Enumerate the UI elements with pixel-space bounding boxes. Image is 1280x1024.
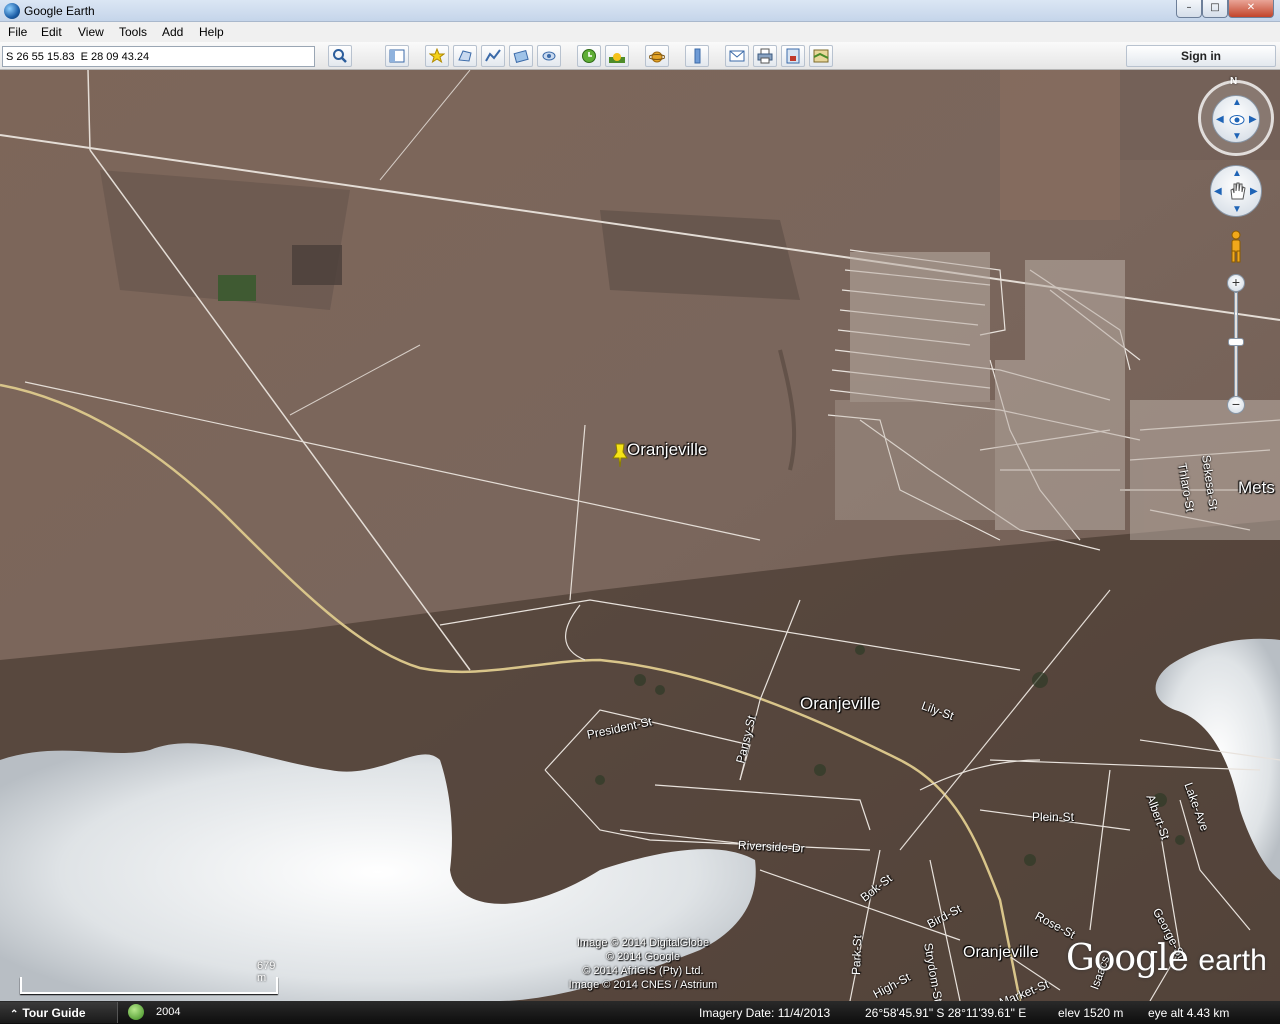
- google-earth-window: Google Earth – □ ✕ File Edit View Tools …: [0, 0, 1280, 1024]
- move-left-arrow-icon[interactable]: ◀: [1214, 187, 1222, 197]
- credit-line: Image © 2014 CNES / Astrium: [568, 979, 718, 991]
- eye-icon: [1229, 113, 1245, 131]
- logo-google: Google: [1066, 938, 1189, 979]
- email-button[interactable]: [725, 45, 749, 67]
- zoom-out-button[interactable]: −: [1227, 396, 1245, 414]
- look-down-arrow-icon[interactable]: ▼: [1232, 132, 1242, 142]
- credit-line: © 2014 Google: [605, 951, 681, 963]
- satellite-imagery: [0, 70, 1280, 1001]
- town-label-mets: Mets: [1238, 478, 1275, 497]
- add-path-button[interactable]: [481, 45, 505, 67]
- menu-add[interactable]: Add: [162, 25, 183, 39]
- look-right-arrow-icon[interactable]: ▶: [1249, 115, 1257, 125]
- minimize-button[interactable]: –: [1176, 0, 1202, 18]
- menu-bar: File Edit View Tools Add Help: [0, 22, 1280, 42]
- menu-help[interactable]: Help: [199, 25, 224, 39]
- scale-label: 679 m: [257, 960, 276, 984]
- add-image-overlay-button[interactable]: [509, 45, 533, 67]
- maximize-button[interactable]: □: [1202, 0, 1228, 18]
- search-button[interactable]: [328, 45, 352, 67]
- hand-icon: [1228, 181, 1246, 206]
- look-up-arrow-icon[interactable]: ▲: [1232, 98, 1242, 108]
- town-label-oranjeville-south: Oranjeville: [963, 944, 1039, 961]
- google-earth-logo: Google earth: [1066, 938, 1267, 979]
- menu-view[interactable]: View: [78, 25, 104, 39]
- toolbar: Sign in: [0, 42, 1280, 70]
- status-bar: ⌃ Tour Guide 2004 Imagery Date: 11/4/2013…: [0, 1001, 1280, 1024]
- imagery-date: Imagery Date: 11/4/2013: [699, 1006, 831, 1020]
- sunlight-button[interactable]: [605, 45, 629, 67]
- look-left-arrow-icon[interactable]: ◀: [1216, 115, 1224, 125]
- elevation: elev 1520 m: [1058, 1006, 1124, 1020]
- scale-bar: [20, 977, 278, 994]
- historical-imagery-year: 2004: [156, 1006, 181, 1018]
- title-bar: Google Earth – □ ✕: [0, 0, 1280, 22]
- placemark-label[interactable]: Oranjeville: [627, 440, 707, 460]
- look-joystick[interactable]: ▲ ▼ ◀ ▶: [1212, 95, 1260, 143]
- close-button[interactable]: ✕: [1228, 0, 1274, 18]
- record-tour-button[interactable]: [537, 45, 561, 67]
- zoom-slider-thumb[interactable]: [1228, 338, 1244, 346]
- move-up-arrow-icon[interactable]: ▲: [1232, 169, 1242, 179]
- menu-edit[interactable]: Edit: [41, 25, 62, 39]
- historical-imagery-button[interactable]: [577, 45, 601, 67]
- zoom-slider-track[interactable]: [1234, 292, 1238, 406]
- eye-altitude: eye alt 4.43 km: [1148, 1006, 1230, 1020]
- credit-line: Image © 2014 DigitalGlobe: [576, 937, 710, 949]
- google-earth-app-icon: [4, 3, 20, 19]
- logo-earth: earth: [1198, 944, 1267, 977]
- credit-line: © 2014 AfriGIS (Pty) Ltd.: [582, 965, 704, 977]
- search-input[interactable]: [2, 46, 315, 67]
- view-in-google-maps-button[interactable]: [809, 45, 833, 67]
- imagery-credits: Image © 2014 DigitalGlobe © 2014 Google …: [548, 936, 738, 992]
- street-label: Plein-St: [1032, 810, 1075, 824]
- sign-in-button[interactable]: Sign in: [1126, 45, 1276, 67]
- window-title: Google Earth: [24, 4, 95, 18]
- switch-planet-button[interactable]: [645, 45, 669, 67]
- ruler-button[interactable]: [685, 45, 709, 67]
- chevron-up-icon: ⌃: [10, 1009, 19, 1020]
- menu-tools[interactable]: Tools: [119, 25, 147, 39]
- zoom-in-button[interactable]: +: [1227, 274, 1245, 292]
- move-down-arrow-icon[interactable]: ▼: [1232, 205, 1242, 215]
- add-polygon-button[interactable]: [453, 45, 477, 67]
- historical-imagery-status-icon[interactable]: [128, 1004, 144, 1020]
- tour-guide-button[interactable]: ⌃ Tour Guide: [0, 1002, 118, 1023]
- print-button[interactable]: [753, 45, 777, 67]
- move-joystick[interactable]: ▲ ▼ ◀ ▶: [1210, 165, 1262, 217]
- scale-legend: 679 m: [20, 960, 278, 995]
- toggle-sidebar-button[interactable]: [385, 45, 409, 67]
- add-placemark-button[interactable]: [425, 45, 449, 67]
- map-view[interactable]: Oranjeville Oranjeville Oranjeville Mets…: [0, 70, 1280, 1001]
- town-label-oranjeville: Oranjeville: [800, 694, 881, 713]
- menu-file[interactable]: File: [8, 25, 27, 39]
- move-right-arrow-icon[interactable]: ▶: [1250, 187, 1258, 197]
- save-image-button[interactable]: [781, 45, 805, 67]
- tour-guide-label: Tour Guide: [22, 1006, 86, 1020]
- street-view-pegman-icon[interactable]: [1227, 230, 1245, 269]
- pointer-coordinates: 26°58'45.91" S 28°11'39.61" E: [865, 1006, 1027, 1020]
- street-label: Park-St: [849, 934, 865, 976]
